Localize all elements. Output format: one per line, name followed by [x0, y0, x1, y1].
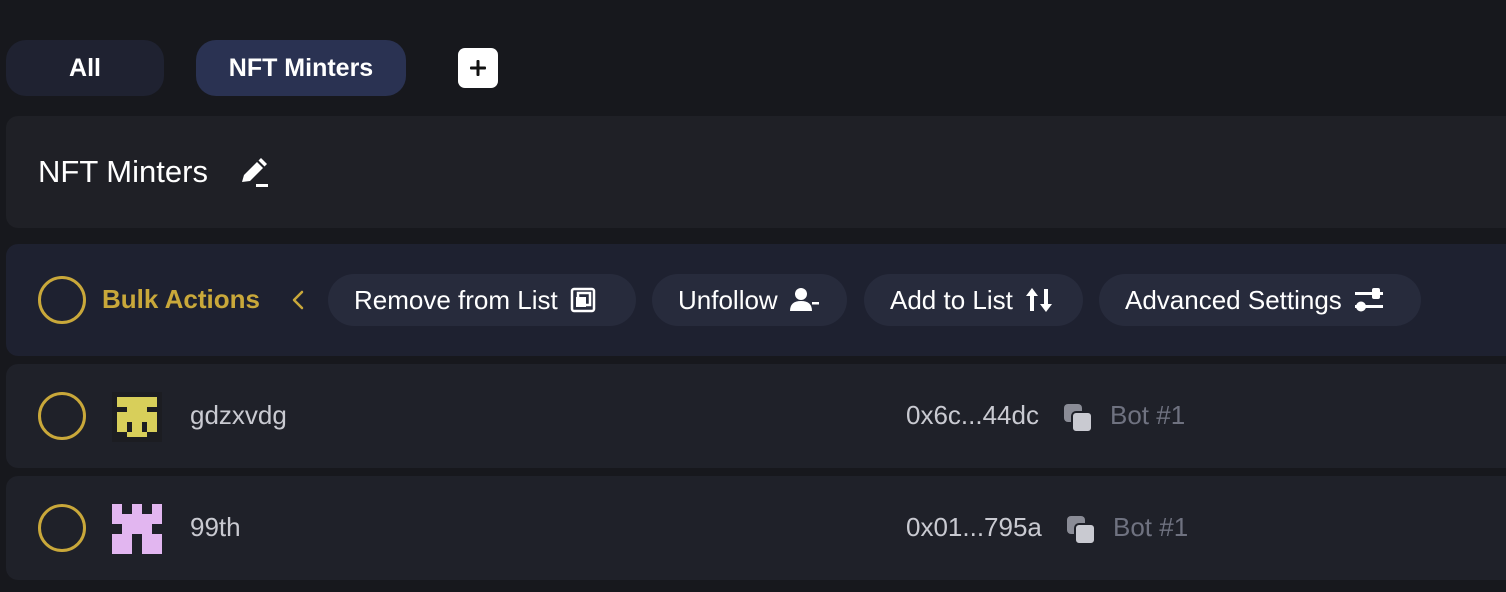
remove-from-list-button[interactable]: Remove from List [328, 274, 636, 326]
row-select-checkbox[interactable] [38, 392, 86, 440]
add-to-list-label: Add to List [890, 284, 1013, 315]
list-title-panel: NFT Minters [6, 116, 1506, 228]
list-title: NFT Minters [38, 154, 208, 189]
username: gdzxvdg [190, 400, 287, 430]
plus-icon [470, 60, 486, 76]
copy-icon[interactable] [1065, 514, 1097, 546]
tab-all-label: All [69, 53, 101, 82]
bot-label: Bot #1 [1113, 512, 1189, 542]
list-item[interactable]: gdzxvdg 0x6c...44dc Bot #1 [6, 364, 1506, 468]
advanced-settings-button[interactable]: Advanced Settings [1099, 274, 1421, 326]
bulk-actions-label: Bulk Actions [102, 284, 260, 314]
add-to-list-button[interactable]: Add to List [864, 274, 1083, 326]
remove-from-list-icon [570, 287, 595, 313]
copy-icon[interactable] [1062, 402, 1094, 434]
bulk-actions-bar: Bulk Actions Remove from List Unfollow A… [6, 244, 1506, 356]
user-minus-icon [789, 288, 819, 311]
tab-nft-minters-label: NFT Minters [228, 53, 374, 82]
unfollow-label: Unfollow [678, 284, 778, 315]
avatar [112, 504, 162, 554]
wallet-address: 0x6c...44dc [906, 400, 1039, 430]
bot-label: Bot #1 [1110, 400, 1186, 430]
tab-nft-minters[interactable]: NFT Minters [196, 40, 406, 96]
remove-from-list-label: Remove from List [354, 284, 558, 315]
list-item[interactable]: 99th 0x01...795a Bot #1 [6, 476, 1506, 580]
sliders-icon [1354, 288, 1383, 312]
lists-page: All NFT Minters NFT Minters Bulk Actions… [0, 0, 1506, 592]
wallet-address: 0x01...795a [906, 512, 1042, 542]
add-list-button[interactable] [458, 48, 498, 88]
sort-arrows-icon [1025, 288, 1052, 312]
select-all-checkbox[interactable] [38, 276, 86, 324]
row-select-checkbox[interactable] [38, 504, 86, 552]
chevron-left-icon[interactable] [290, 288, 306, 312]
username: 99th [190, 512, 241, 542]
advanced-settings-label: Advanced Settings [1125, 284, 1342, 315]
tab-all[interactable]: All [6, 40, 164, 96]
avatar [112, 392, 162, 442]
pencil-edit-icon[interactable] [238, 156, 272, 190]
unfollow-button[interactable]: Unfollow [652, 274, 847, 326]
